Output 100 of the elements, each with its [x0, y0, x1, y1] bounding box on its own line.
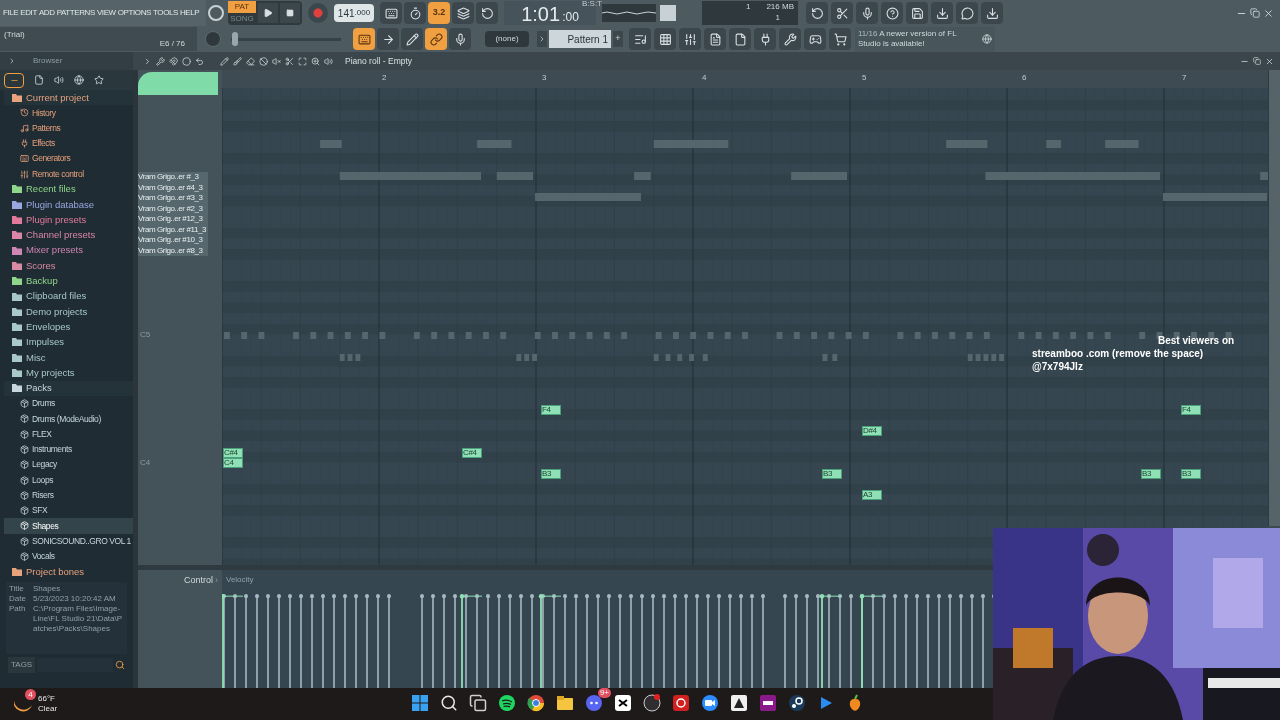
bar-number: 3: [542, 72, 547, 84]
control-label[interactable]: Control: [184, 574, 213, 586]
key-label: C4: [140, 457, 151, 469]
notification-badge: 9+: [597, 688, 611, 698]
overlay-message: Best viewers on: [1158, 334, 1235, 347]
note[interactable]: F4: [541, 405, 561, 415]
channel-name[interactable]: Vram Grigo..er #_3: [138, 172, 209, 183]
bar-number: 4: [702, 72, 707, 84]
browser-item[interactable]: Impulses: [4, 334, 133, 351]
note[interactable]: B3: [541, 469, 561, 479]
channel-selector[interactable]: (none): [485, 31, 529, 47]
browser-item[interactable]: Mixer presets: [4, 242, 133, 259]
browser-item[interactable]: Packs: [4, 380, 133, 396]
menu-item[interactable]: HELP: [180, 7, 200, 19]
mode-toggle[interactable]: PAT: [228, 1, 256, 13]
time-value: 1:01: [521, 3, 561, 25]
browser-item[interactable]: Effects: [4, 135, 133, 152]
browser-item[interactable]: Misc: [4, 350, 133, 366]
channel-name[interactable]: Vram Grig..er #10_3: [138, 235, 209, 246]
note[interactable]: B3: [1141, 469, 1161, 479]
info-label: Path: [9, 603, 27, 615]
channel-name[interactable]: Vram Grigo..er #2_3: [138, 203, 209, 214]
time-unit: B:S:T: [582, 0, 602, 8]
channel-name[interactable]: Vram Grigo..er #11_3: [138, 224, 209, 235]
browser-item[interactable]: Drums: [4, 395, 133, 412]
menu-item[interactable]: EDIT: [20, 7, 37, 19]
browser-item[interactable]: Loops: [4, 472, 133, 488]
browser-item[interactable]: Channel presets: [4, 227, 133, 243]
weather-temperature: 66°F: [38, 694, 56, 704]
note[interactable]: B3: [822, 469, 842, 479]
note[interactable]: D#4: [862, 426, 882, 436]
browser-item[interactable]: Vocals: [4, 548, 133, 565]
browser-item[interactable]: Remote control: [4, 166, 133, 182]
overlay-message: @7x794Jlz: [1032, 360, 1084, 373]
bar-number: 7: [1182, 72, 1187, 84]
piano-roll-title: Piano roll - Empty: [345, 54, 413, 68]
browser-item[interactable]: FLEX: [4, 426, 133, 442]
browser-item[interactable]: Clipboard files: [4, 288, 133, 305]
browser-item[interactable]: Envelopes: [4, 319, 133, 335]
cpu-value: 1: [746, 1, 751, 12]
news-panel[interactable]: 11/16 A newer version of FL Studio is available!: [855, 26, 995, 52]
notification-badge: 4: [25, 689, 36, 700]
browser-item[interactable]: Recent files: [4, 181, 133, 198]
info-label: Date: [9, 593, 27, 604]
note[interactable]: A3: [862, 490, 882, 500]
browser-item[interactable]: Generators: [4, 151, 133, 167]
menu-item[interactable]: PATTERNS: [56, 7, 95, 19]
menu-item[interactable]: TOOLS: [153, 7, 178, 19]
browser-item[interactable]: Risers: [4, 487, 133, 503]
memory-value: 216 MB: [766, 1, 794, 12]
browser-item[interactable]: Patterns: [4, 120, 133, 136]
time-ticks: :00: [562, 9, 579, 25]
bar-number: 2: [382, 72, 387, 84]
browser-item[interactable]: Shapes: [4, 518, 133, 534]
browser-item[interactable]: Project bones: [4, 564, 133, 580]
browser-item[interactable]: Plugin presets: [4, 212, 133, 228]
weather-condition: Clear: [38, 704, 58, 714]
channel-name[interactable]: Vram Grigo..er #8_3: [138, 245, 209, 256]
info-value: C:\Program Files\Image-Line\FL Studio 21\Data\Patches\Packs\Shapes: [33, 603, 124, 634]
polyphony-value: 1: [775, 12, 780, 23]
browser-item[interactable]: My projects: [4, 365, 133, 381]
note[interactable]: C#4: [462, 448, 482, 458]
hint-text: (Trial): [4, 29, 25, 41]
bar-number: 6: [1022, 72, 1027, 84]
tags-label: TAGS: [8, 656, 36, 673]
news-text: 11/16 A newer version of FL Studio is available!: [858, 29, 958, 49]
tempo-decimals: .000: [354, 7, 371, 19]
add-pattern-button[interactable]: +: [613, 31, 623, 47]
channel-name[interactable]: Vram Grig..er #12_3: [138, 214, 209, 225]
browser-item[interactable]: SFX: [4, 503, 133, 519]
lane-label: Velocity: [225, 574, 255, 586]
info-label: Title: [9, 583, 25, 594]
note[interactable]: F4: [1181, 405, 1201, 415]
browser-item[interactable]: SONICSOUND..GRO VOL 1: [4, 533, 133, 549]
overlay-message: streamboo .com (remove the space): [1032, 347, 1205, 360]
browser-item[interactable]: Legacy: [4, 457, 133, 473]
browser-item[interactable]: Backup: [4, 273, 133, 289]
menu-item[interactable]: ADD: [38, 7, 55, 19]
browser-item[interactable]: Instruments: [4, 441, 133, 458]
browser-item[interactable]: Current project: [4, 90, 133, 106]
info-value: Shapes: [33, 583, 61, 594]
browser-item[interactable]: Plugin database: [4, 197, 133, 213]
menu-item[interactable]: FILE: [3, 7, 19, 19]
menu-item[interactable]: VIEW: [96, 7, 116, 19]
browser-item[interactable]: Drums (ModeAudio): [4, 411, 133, 427]
bar-number: 5: [862, 72, 867, 84]
note[interactable]: B3: [1181, 469, 1201, 479]
browser-item[interactable]: Scores: [4, 258, 133, 274]
browser-item[interactable]: Demo projects: [4, 304, 133, 320]
pattern-selector[interactable]: Pattern 1: [549, 30, 611, 48]
browser-item[interactable]: History: [4, 105, 133, 121]
hint-counter: E6 / 76: [159, 38, 185, 50]
channel-name[interactable]: Vram Grigo..er #3_3: [138, 193, 209, 204]
channel-name[interactable]: Vram Grigo..er #4_3: [138, 182, 209, 193]
tempo-display[interactable]: 141.000: [334, 4, 374, 22]
countdown-button[interactable]: 3.2: [428, 2, 450, 24]
info-value: 5/23/2023 10:20:42 AM: [33, 593, 116, 604]
menu-item[interactable]: OPTIONS: [117, 7, 151, 19]
browser-title: Browser: [33, 55, 63, 67]
note[interactable]: C4: [223, 458, 243, 468]
